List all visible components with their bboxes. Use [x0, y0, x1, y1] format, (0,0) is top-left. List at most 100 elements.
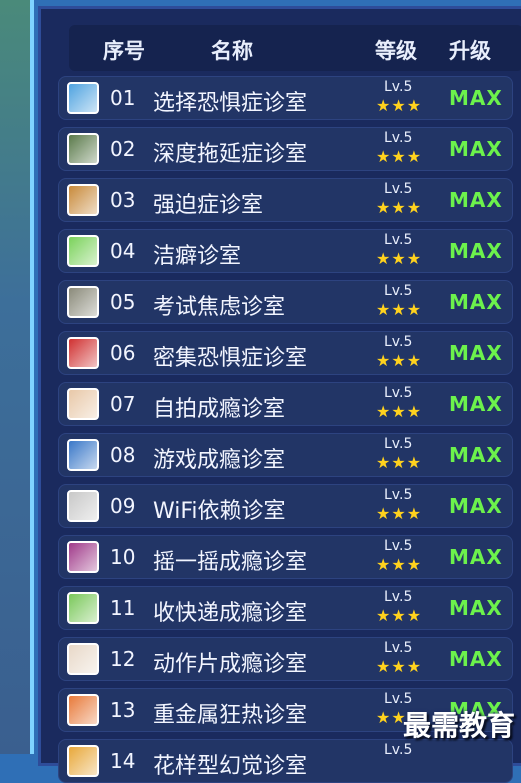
upgrade-status: MAX	[449, 86, 503, 110]
room-level: Lv.5	[384, 640, 413, 656]
header-upgrade: 升级	[449, 39, 491, 63]
star-rating: ★★★	[376, 300, 423, 319]
upgrade-status: MAX	[449, 239, 503, 263]
star-rating: ★★★	[376, 147, 423, 166]
upgrade-status: MAX	[449, 545, 503, 569]
room-icon	[67, 184, 99, 216]
room-row[interactable]: 01 选择恐惧症诊室 Lv.5 ★★★ MAX	[58, 76, 513, 120]
room-row[interactable]: 14 花样型幻觉诊室 Lv.5	[58, 739, 513, 783]
star-rating: ★★★	[376, 249, 423, 268]
room-name: 收快递成瘾诊室	[153, 601, 308, 626]
room-row[interactable]: 08 游戏成瘾诊室 Lv.5 ★★★ MAX	[58, 433, 513, 477]
room-row[interactable]: 09 WiFi依赖诊室 Lv.5 ★★★ MAX	[58, 484, 513, 528]
room-index: 03	[110, 188, 136, 212]
room-name: 考试焦虑诊室	[153, 295, 286, 320]
room-level: Lv.5	[384, 385, 413, 401]
room-name: 重金属狂热诊室	[153, 703, 308, 728]
star-rating: ★★★	[376, 402, 423, 421]
room-icon	[67, 388, 99, 420]
upgrade-status: MAX	[449, 341, 503, 365]
room-icon	[67, 541, 99, 573]
room-level: Lv.5	[384, 130, 413, 146]
room-level: Lv.5	[384, 487, 413, 503]
room-icon	[67, 694, 99, 726]
star-rating: ★★★	[376, 453, 423, 472]
upgrade-status: MAX	[449, 443, 503, 467]
room-icon	[67, 133, 99, 165]
header-name: 名称	[211, 39, 253, 63]
room-index: 01	[110, 86, 136, 110]
room-level: Lv.5	[384, 79, 413, 95]
room-row[interactable]: 11 收快递成瘾诊室 Lv.5 ★★★ MAX	[58, 586, 513, 630]
header-index: 序号	[103, 39, 145, 63]
room-index: 06	[110, 341, 136, 365]
room-row[interactable]: 12 动作片成瘾诊室 Lv.5 ★★★ MAX	[58, 637, 513, 681]
star-rating: ★★★	[376, 555, 423, 574]
upgrade-status: MAX	[449, 392, 503, 416]
room-row[interactable]: 06 密集恐惧症诊室 Lv.5 ★★★ MAX	[58, 331, 513, 375]
room-name: 动作片成瘾诊室	[153, 652, 308, 677]
room-name: 摇一摇成瘾诊室	[153, 550, 308, 575]
star-rating: ★★★	[376, 96, 423, 115]
upgrade-status: MAX	[449, 188, 503, 212]
room-index: 13	[110, 698, 136, 722]
star-rating: ★★★	[376, 198, 423, 217]
room-index: 11	[110, 596, 136, 620]
room-level: Lv.5	[384, 334, 413, 350]
room-index: 09	[110, 494, 136, 518]
room-name: WiFi依赖诊室	[153, 499, 286, 524]
background-map-strip	[0, 0, 34, 754]
room-index: 14	[110, 749, 136, 773]
room-icon	[67, 490, 99, 522]
room-row[interactable]: 10 摇一摇成瘾诊室 Lv.5 ★★★ MAX	[58, 535, 513, 579]
room-icon	[67, 286, 99, 318]
star-rating: ★★★	[376, 504, 423, 523]
room-list-panel: 序号 名称 等级 升级 01 选择恐惧症诊室 Lv.5 ★★★ MAX 02 深度拖延症诊室…	[38, 6, 521, 783]
room-row[interactable]: 03 强迫症诊室 Lv.5 ★★★ MAX	[58, 178, 513, 222]
room-icon	[67, 643, 99, 675]
watermark-text: 最需教育	[402, 709, 515, 742]
room-index: 07	[110, 392, 136, 416]
room-row[interactable]: 02 深度拖延症诊室 Lv.5 ★★★ MAX	[58, 127, 513, 171]
room-name: 选择恐惧症诊室	[153, 91, 308, 116]
room-name: 密集恐惧症诊室	[153, 346, 308, 371]
room-level: Lv.5	[384, 742, 413, 758]
upgrade-status: MAX	[449, 596, 503, 620]
room-icon	[67, 235, 99, 267]
room-name: 强迫症诊室	[153, 193, 264, 218]
room-row[interactable]: 05 考试焦虑诊室 Lv.5 ★★★ MAX	[58, 280, 513, 324]
room-level: Lv.5	[384, 181, 413, 197]
star-rating: ★★★	[376, 657, 423, 676]
room-name: 深度拖延症诊室	[153, 142, 308, 167]
room-icon	[67, 745, 99, 777]
room-name: 花样型幻觉诊室	[153, 754, 308, 779]
room-icon	[67, 82, 99, 114]
room-row[interactable]: 07 自拍成瘾诊室 Lv.5 ★★★ MAX	[58, 382, 513, 426]
list-header: 序号 名称 等级 升级	[69, 25, 521, 71]
room-name: 自拍成瘾诊室	[153, 397, 286, 422]
room-level: Lv.5	[384, 589, 413, 605]
room-index: 12	[110, 647, 136, 671]
upgrade-status: MAX	[449, 290, 503, 314]
upgrade-status: MAX	[449, 494, 503, 518]
room-name: 洁癖诊室	[153, 244, 242, 269]
upgrade-status: MAX	[449, 647, 503, 671]
room-level: Lv.5	[384, 232, 413, 248]
star-rating: ★★★	[376, 351, 423, 370]
room-icon	[67, 592, 99, 624]
room-index: 04	[110, 239, 136, 263]
upgrade-status: MAX	[449, 137, 503, 161]
room-name: 游戏成瘾诊室	[153, 448, 286, 473]
header-level: 等级	[375, 39, 417, 63]
room-row[interactable]: 04 洁癖诊室 Lv.5 ★★★ MAX	[58, 229, 513, 273]
star-rating: ★★★	[376, 606, 423, 625]
room-level: Lv.5	[384, 436, 413, 452]
room-index: 05	[110, 290, 136, 314]
room-level: Lv.5	[384, 538, 413, 554]
room-index: 02	[110, 137, 136, 161]
room-icon	[67, 337, 99, 369]
room-icon	[67, 439, 99, 471]
room-level: Lv.5	[384, 283, 413, 299]
room-index: 08	[110, 443, 136, 467]
room-index: 10	[110, 545, 136, 569]
